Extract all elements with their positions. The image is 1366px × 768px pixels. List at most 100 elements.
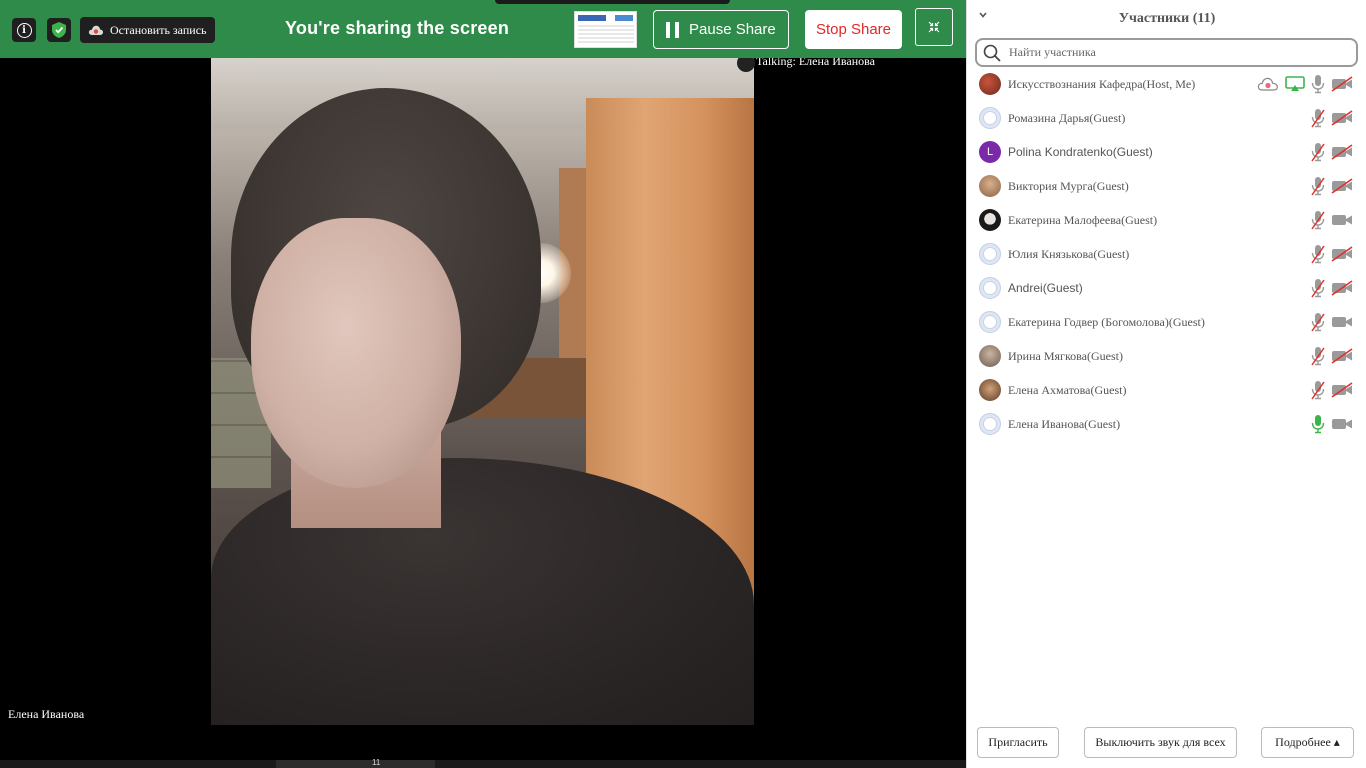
participant-name: Ромазина Дарья(Guest) <box>1008 111 1126 125</box>
active-speaker-video <box>211 58 754 725</box>
speaker-name-label: Елена Иванова <box>8 707 85 721</box>
participant-row[interactable]: Екатерина Годвер (Богомолова)(Guest) <box>967 305 1366 339</box>
mic-active-icon[interactable] <box>1311 414 1325 434</box>
participant-status-icons <box>1311 380 1353 400</box>
avatar <box>979 243 1001 265</box>
meeting-toolbar: 11 <box>0 758 966 768</box>
participant-name: Елена Иванова(Guest) <box>1008 417 1121 431</box>
share-bar: i Остановить запись You're sharing the s… <box>0 0 966 58</box>
mute-all-button[interactable]: Выключить звук для всех <box>1084 727 1237 758</box>
participant-row[interactable]: Юлия Князькова(Guest) <box>967 237 1366 271</box>
mic-muted-icon[interactable] <box>1311 346 1325 366</box>
participant-status-icons <box>1311 244 1353 264</box>
search-input[interactable] <box>1009 45 1349 60</box>
participant-status-icons <box>1311 346 1353 366</box>
participant-row[interactable]: Екатерина Малофеева(Guest) <box>967 203 1366 237</box>
participant-name: Юлия Князькова(Guest) <box>1008 247 1130 261</box>
participant-name: Екатерина Малофеева(Guest) <box>1008 213 1158 227</box>
video-icon[interactable] <box>1331 212 1353 228</box>
video-off-icon[interactable] <box>1331 246 1353 262</box>
participant-name: Andrei(Guest) <box>1008 281 1083 295</box>
share-bar-handle[interactable] <box>495 0 730 4</box>
shield-icon <box>52 22 66 38</box>
avatar <box>979 209 1001 231</box>
share-status-title: You're sharing the screen <box>285 18 510 38</box>
minimize-button[interactable] <box>915 8 953 46</box>
video-off-icon[interactable] <box>1331 76 1353 92</box>
screen-share-icon[interactable] <box>1285 76 1305 92</box>
participant-status-icons <box>1311 108 1353 128</box>
mic-muted-icon[interactable] <box>1311 210 1325 230</box>
mic-muted-icon[interactable] <box>1311 176 1325 196</box>
more-options-button[interactable]: Подробнее ▴ <box>1261 727 1354 758</box>
video-icon[interactable] <box>1331 314 1353 330</box>
search-icon <box>983 44 1001 62</box>
video-off-icon[interactable] <box>1331 110 1353 126</box>
participant-name: Виктория Мурга(Guest) <box>1008 179 1129 193</box>
participant-status-icons <box>1311 414 1353 434</box>
avatar <box>979 311 1001 333</box>
meeting-info-button[interactable]: i <box>12 18 36 42</box>
participant-list: Искусствознания Кафедра(Host, Me) Ромазин… <box>967 67 1366 441</box>
collapse-icon <box>928 21 940 33</box>
stop-recording-button[interactable]: Остановить запись <box>80 17 215 43</box>
mic-muted-icon[interactable] <box>1311 278 1325 298</box>
avatar <box>979 345 1001 367</box>
stop-share-button[interactable]: Stop Share <box>805 10 902 49</box>
video-off-icon[interactable] <box>1331 382 1353 398</box>
participant-row[interactable]: Елена Ахматова(Guest) <box>967 373 1366 407</box>
video-off-icon[interactable] <box>1331 144 1353 160</box>
participants-panel: Участники (11) Искусствознания Кафедра(H… <box>966 0 1366 768</box>
mic-muted-icon[interactable] <box>1311 244 1325 264</box>
avatar <box>979 277 1001 299</box>
participant-row[interactable]: L Polina Kondratenko(Guest) <box>967 135 1366 169</box>
panel-footer: Пригласить Выключить звук для всех Подро… <box>967 727 1366 759</box>
cloud-record-icon <box>88 25 104 35</box>
video-off-icon[interactable] <box>1331 280 1353 296</box>
record-icon[interactable] <box>1257 76 1279 92</box>
mic-muted-icon[interactable] <box>1311 108 1325 128</box>
video-area: Talking: Елена Иванова Елена Иванова <box>0 0 966 768</box>
mic-muted-icon[interactable] <box>1311 380 1325 400</box>
invite-button[interactable]: Пригласить <box>977 727 1059 758</box>
avatar <box>979 73 1001 95</box>
pause-share-label: Pause Share <box>689 21 776 38</box>
participant-row[interactable]: Елена Иванова(Guest) <box>967 407 1366 441</box>
participant-status-icons <box>1311 278 1353 298</box>
participant-row[interactable]: Виктория Мурга(Guest) <box>967 169 1366 203</box>
participant-name: Polina Kondratenko(Guest) <box>1008 145 1153 159</box>
participants-toolbar-button[interactable] <box>276 760 435 768</box>
participant-status-icons <box>1311 210 1353 230</box>
participant-name: Екатерина Годвер (Богомолова)(Guest) <box>1008 315 1205 329</box>
video-off-icon[interactable] <box>1331 178 1353 194</box>
stop-recording-label: Остановить запись <box>110 22 207 37</box>
video-off-icon[interactable] <box>1331 348 1353 364</box>
participant-row[interactable]: Искусствознания Кафедра(Host, Me) <box>967 67 1366 101</box>
participant-status-icons <box>1311 176 1353 196</box>
mic-muted-icon[interactable] <box>1311 312 1325 332</box>
shared-screen-thumbnail[interactable] <box>574 11 637 48</box>
participant-row[interactable]: Andrei(Guest) <box>967 271 1366 305</box>
participant-status-icons <box>1311 312 1353 332</box>
security-button[interactable] <box>47 18 71 42</box>
participant-name: Искусствознания Кафедра(Host, Me) <box>1008 77 1196 91</box>
participant-row[interactable]: Ирина Мягкова(Guest) <box>967 339 1366 373</box>
pause-share-button[interactable]: Pause Share <box>653 10 789 49</box>
participant-name: Елена Ахматова(Guest) <box>1008 383 1127 397</box>
participants-count: 11 <box>372 758 381 767</box>
avatar: L <box>979 141 1001 163</box>
pause-icon <box>666 21 679 38</box>
participant-status-icons <box>1311 142 1353 162</box>
participant-search[interactable] <box>975 38 1358 67</box>
mic-muted-icon[interactable] <box>1311 142 1325 162</box>
video-icon[interactable] <box>1331 416 1353 432</box>
mic-icon[interactable] <box>1311 74 1325 94</box>
avatar <box>979 379 1001 401</box>
avatar <box>979 175 1001 197</box>
participant-row[interactable]: Ромазина Дарья(Guest) <box>967 101 1366 135</box>
panel-header: Участники (11) <box>967 0 1366 36</box>
panel-title: Участники (11) <box>1118 11 1216 26</box>
avatar <box>979 107 1001 129</box>
participant-status-icons <box>1257 74 1353 94</box>
info-icon: i <box>16 22 32 38</box>
